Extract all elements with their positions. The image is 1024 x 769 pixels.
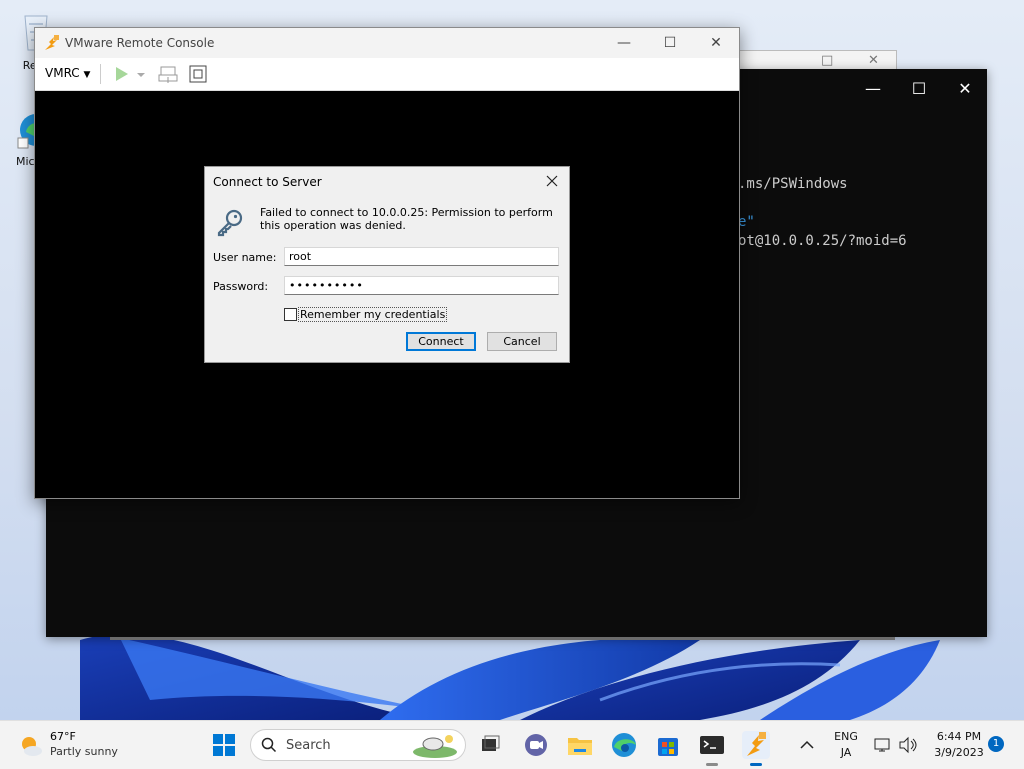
- close-button[interactable]: ✕: [942, 79, 988, 98]
- edge-browser-icon[interactable]: [608, 729, 640, 761]
- task-view-icon[interactable]: [475, 729, 507, 761]
- minimize-button[interactable]: —: [850, 79, 896, 98]
- file-explorer-icon[interactable]: [564, 729, 596, 761]
- microsoft-store-icon[interactable]: [652, 729, 684, 761]
- power-on-icon[interactable]: [111, 63, 133, 85]
- language-indicator[interactable]: ENG: [830, 730, 862, 743]
- remember-credentials-label[interactable]: Remember my credentials: [298, 307, 448, 322]
- weather-temperature: 67°F: [50, 730, 76, 743]
- app-running-indicator: [706, 763, 718, 766]
- notification-badge[interactable]: 1: [988, 736, 1004, 752]
- start-button[interactable]: [208, 729, 240, 761]
- vmrc-menu-label: VMRC: [45, 66, 80, 80]
- terminal-line: .ms/PSWindows: [738, 176, 848, 192]
- password-input[interactable]: ••••••••••: [284, 276, 559, 295]
- maximize-button[interactable]: ☐: [896, 79, 942, 98]
- terminal-line: ot@10.0.0.25/?moid=6: [738, 233, 907, 249]
- network-icon[interactable]: [872, 729, 894, 761]
- key-icon: [217, 209, 243, 237]
- terminal-scrollbar[interactable]: [110, 637, 895, 640]
- search-icon: [261, 737, 277, 753]
- chevron-down-icon: ▼: [83, 70, 91, 80]
- ime-indicator[interactable]: JA: [830, 746, 862, 759]
- fullscreen-icon[interactable]: [187, 63, 209, 85]
- password-label: Password:: [213, 280, 269, 293]
- remember-credentials-checkbox[interactable]: [284, 308, 297, 321]
- minimize-button[interactable]: —: [601, 32, 647, 54]
- username-input[interactable]: root: [284, 247, 559, 266]
- cancel-button[interactable]: Cancel: [487, 332, 557, 351]
- vmrc-titlebar[interactable]: VMware Remote Console — ☐ ✕: [35, 28, 739, 58]
- maximize-button[interactable]: ☐: [647, 32, 693, 54]
- vmrc-menu-button[interactable]: VMRC ▼: [45, 66, 90, 80]
- dialog-title: Connect to Server: [213, 175, 322, 189]
- terminal-line: e": [738, 214, 755, 230]
- chevron-up-icon[interactable]: [795, 729, 819, 761]
- connect-to-server-dialog[interactable]: Connect to Server Failed to connect to 1…: [204, 166, 570, 363]
- volume-icon[interactable]: [897, 729, 919, 761]
- search-highlight-icon: [413, 735, 457, 758]
- window-title: VMware Remote Console: [65, 36, 215, 50]
- partly-sunny-icon: [22, 737, 42, 756]
- vmware-logo-icon: [45, 35, 59, 50]
- chat-icon[interactable]: [520, 729, 552, 761]
- close-button[interactable]: ✕: [693, 32, 739, 54]
- toolbar-separator: [100, 64, 101, 84]
- connect-button[interactable]: Connect: [406, 332, 476, 351]
- taskbar-search[interactable]: Search: [250, 729, 466, 761]
- search-placeholder: Search: [286, 738, 331, 753]
- taskbar: 67°F Partly sunny Search ENG JA 6:44 PM …: [0, 720, 1024, 769]
- weather-condition: Partly sunny: [50, 745, 118, 758]
- error-message: Failed to connect to 10.0.0.25: Permissi…: [260, 206, 553, 232]
- clock-time[interactable]: 6:44 PM: [928, 730, 990, 743]
- minimize-icon[interactable]: □: [821, 53, 833, 68]
- chevron-down-icon[interactable]: [135, 63, 147, 85]
- send-ctrl-alt-del-icon[interactable]: [157, 63, 179, 85]
- close-icon[interactable]: ✕: [868, 53, 879, 68]
- vmrc-toolbar: VMRC ▼: [35, 58, 739, 91]
- app-active-indicator: [750, 763, 762, 766]
- terminal-icon[interactable]: [696, 729, 728, 761]
- vmware-remote-console-icon[interactable]: [740, 729, 772, 761]
- username-label: User name:: [213, 251, 277, 264]
- close-icon[interactable]: [543, 172, 561, 190]
- clock-date[interactable]: 3/9/2023: [928, 746, 990, 759]
